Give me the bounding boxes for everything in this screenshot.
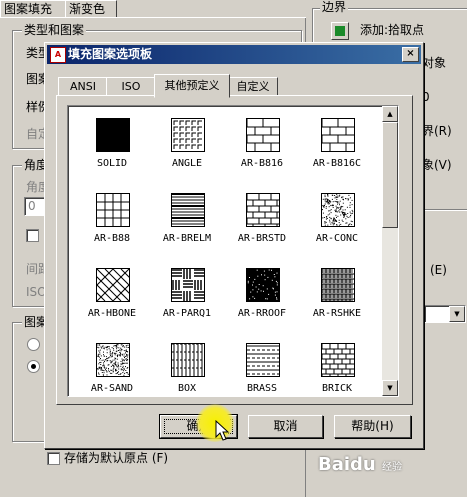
- tab-iso[interactable]: ISO: [106, 77, 156, 96]
- tab-gradient[interactable]: 渐变色: [65, 0, 117, 18]
- hatch-pattern-palette-dialog: A 填充图案选项板 × ANSI ISO 其他预定义 自定义 SOLID ANGL…: [44, 42, 424, 449]
- mouse-pointer-icon: [215, 420, 230, 441]
- brick-large-c-icon: [321, 118, 355, 152]
- pattern-label: BRICK: [321, 383, 353, 394]
- pattern-cell[interactable]: AR-SAND: [76, 337, 152, 396]
- pattern-label: AR-B816C: [312, 158, 362, 169]
- tab-custom[interactable]: 自定义: [228, 77, 278, 96]
- pattern-cell[interactable]: AR-B816: [226, 112, 302, 182]
- autocad-app-icon: A: [50, 47, 66, 63]
- pattern-cell[interactable]: BRICK: [301, 337, 377, 396]
- pattern-label: AR-B88: [93, 233, 131, 244]
- pattern-label: AR-RSHKE: [312, 308, 362, 319]
- brick-square-icon: [96, 193, 130, 227]
- pattern-label: AR-B816: [240, 158, 284, 169]
- pattern-cell[interactable]: AR-PARQ1: [151, 262, 227, 332]
- parquet-icon: [171, 268, 205, 302]
- border-partial-object: 对象: [422, 56, 447, 70]
- pattern-cell[interactable]: AR-HBONE: [76, 262, 152, 332]
- add-icon: [335, 26, 345, 36]
- tab-ansi[interactable]: ANSI: [58, 77, 108, 96]
- right-dropdown[interactable]: ▼: [424, 305, 466, 323]
- pattern-label: BRASS: [246, 383, 278, 394]
- roof-shake-icon: [321, 268, 355, 302]
- pattern-list[interactable]: SOLID ANGLE AR-B816 AR-B816C AR-B88 AR-BRELM A…: [67, 105, 399, 397]
- pattern-label: AR-HBONE: [87, 308, 137, 319]
- border-group-label: 边界: [320, 0, 349, 14]
- dialog-title: 填充图案选项板: [68, 47, 153, 61]
- store-default-origin-checkbox[interactable]: [47, 452, 60, 465]
- border-partial-view: 象(V): [422, 158, 452, 172]
- border-partial-e: (E): [430, 263, 447, 277]
- tab-other-predefined[interactable]: 其他预定义: [154, 74, 230, 98]
- type-pattern-label: 类型和图案: [22, 23, 87, 37]
- pattern-cell[interactable]: ANGLE: [151, 112, 227, 182]
- origin-radio-current[interactable]: [27, 338, 40, 351]
- origin-radio-specified[interactable]: [27, 360, 40, 373]
- border-partial-remove: 界(R): [422, 124, 452, 138]
- pattern-cell[interactable]: BOX: [151, 337, 227, 396]
- angle-input[interactable]: 0: [24, 197, 46, 216]
- pattern-cell[interactable]: AR-B816C: [301, 112, 377, 182]
- concrete-icon: [321, 193, 355, 227]
- close-icon: ×: [406, 48, 415, 59]
- solid-fill-icon: [96, 118, 130, 152]
- brick-std-icon: [246, 193, 280, 227]
- tab-hatch[interactable]: 图案填充: [0, 0, 70, 18]
- box-lines-icon: [171, 343, 205, 377]
- pattern-label: AR-CONC: [315, 233, 359, 244]
- pattern-cell[interactable]: AR-CONC: [301, 187, 377, 257]
- title-bar[interactable]: A 填充图案选项板 ×: [47, 45, 421, 64]
- store-default-origin-label: 存储为默认原点 (F): [64, 451, 169, 465]
- help-button[interactable]: 帮助(H): [334, 415, 411, 438]
- watermark: Baidu 经验: [318, 454, 403, 475]
- pattern-cell[interactable]: AR-BRSTD: [226, 187, 302, 257]
- pattern-cell[interactable]: AR-BRELM: [151, 187, 227, 257]
- brick-elm-icon: [171, 193, 205, 227]
- pattern-label: AR-SAND: [90, 383, 134, 394]
- sand-icon: [96, 343, 130, 377]
- angle-grid-icon: [171, 118, 205, 152]
- pattern-cell[interactable]: AR-B88: [76, 187, 152, 257]
- tab-strip-edge: [0, 17, 306, 18]
- pattern-label: AR-RROOF: [237, 308, 287, 319]
- cancel-button[interactable]: 取消: [248, 415, 323, 438]
- roof-dots-icon: [246, 268, 280, 302]
- pattern-label: AR-BRSTD: [237, 233, 287, 244]
- close-button[interactable]: ×: [402, 47, 419, 62]
- pattern-cell[interactable]: AR-RSHKE: [301, 262, 377, 332]
- pattern-label: ANGLE: [171, 158, 203, 169]
- pattern-label: SOLID: [96, 158, 128, 169]
- pattern-cell[interactable]: AR-RROOF: [226, 262, 302, 332]
- scroll-thumb[interactable]: [382, 122, 398, 228]
- pattern-label: AR-BRELM: [162, 233, 212, 244]
- pattern-label: BOX: [177, 383, 197, 394]
- dropdown-arrow-icon: ▼: [449, 306, 465, 322]
- brick-large-icon: [246, 118, 280, 152]
- add-pick-point-label: 添加:拾取点: [360, 23, 425, 37]
- brass-lines-icon: [246, 343, 280, 377]
- double-checkbox[interactable]: [26, 229, 39, 242]
- brick-icon: [321, 343, 355, 377]
- scroll-up-icon[interactable]: ▲: [382, 106, 398, 122]
- pattern-cell[interactable]: BRASS: [226, 337, 302, 396]
- herringbone-icon: [96, 268, 130, 302]
- scroll-down-icon[interactable]: ▼: [382, 380, 398, 396]
- add-pick-point-button[interactable]: [331, 22, 349, 40]
- pattern-cell[interactable]: SOLID: [76, 112, 152, 182]
- vertical-scrollbar[interactable]: ▲ ▼: [382, 106, 398, 396]
- pattern-label: AR-PARQ1: [162, 308, 212, 319]
